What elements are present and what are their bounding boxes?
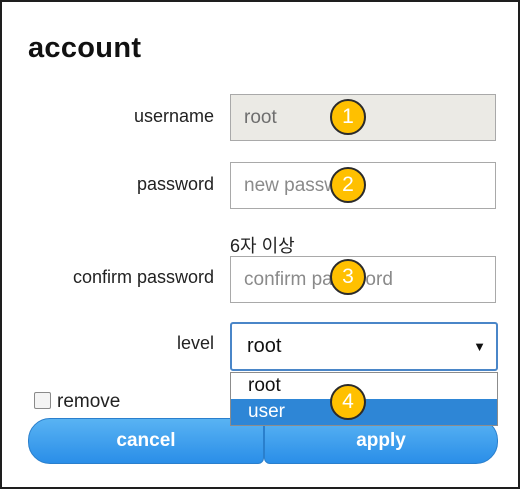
confirm-password-label: confirm password — [72, 267, 214, 287]
annotation-badge-2: 2 — [330, 167, 366, 203]
remove-checkbox[interactable] — [34, 392, 51, 409]
account-dialog: account username root password new passw… — [0, 0, 520, 489]
annotation-badge-4: 4 — [330, 384, 366, 420]
dialog-title: account — [28, 32, 142, 64]
annotation-badge-3: 3 — [330, 259, 366, 295]
cancel-button[interactable]: cancel — [28, 418, 264, 464]
annotation-badge-1: 1 — [330, 99, 366, 135]
level-selected-value: root — [247, 335, 282, 357]
remove-label: remove — [57, 391, 121, 412]
password-label: password — [136, 174, 214, 194]
username-label: username — [133, 106, 214, 126]
level-select[interactable]: root ▼ — [230, 322, 498, 371]
remove-checkbox-row[interactable]: remove — [34, 391, 120, 413]
level-label: level — [176, 333, 214, 353]
dropdown-caret-icon: ▼ — [473, 339, 486, 354]
password-hint: 6자 이상 — [230, 236, 295, 256]
